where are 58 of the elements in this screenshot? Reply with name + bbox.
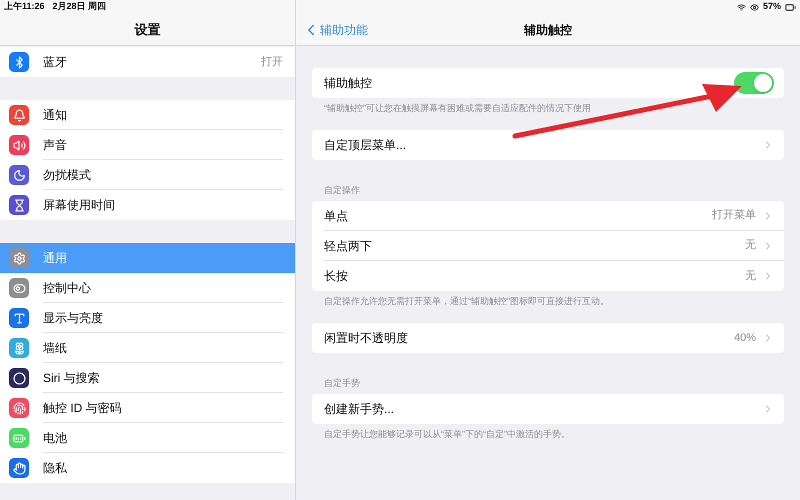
sidebar-item[interactable]: 蓝牙 打开 — [0, 47, 295, 77]
row-label: 创建新手势... — [324, 401, 396, 418]
section-footer: 自定手势让您能够记录可以从“菜单”下的“自定”中激活的手势。 — [324, 428, 570, 442]
sidebar-item[interactable]: 屏幕使用时间 — [0, 190, 295, 220]
page-title: 辅助触控 — [524, 22, 572, 38]
sidebar-item[interactable]: 显示与亮度 — [0, 303, 295, 333]
section-header: 自定手势 — [324, 376, 360, 390]
row-value: 40% — [734, 330, 756, 346]
section-footer: 自定操作允许您无需打开菜单，通过“辅助触控”图标即可直接进行互动。 — [324, 295, 609, 309]
sidebar-item[interactable]: 勿扰模式 — [0, 160, 295, 190]
item-value: 打开 — [261, 54, 283, 70]
sidebar-item[interactable]: 通知 — [0, 100, 295, 130]
sidebar-item[interactable]: 触控 ID 与密码 — [0, 393, 295, 423]
row-label: 辅助触控 — [324, 75, 373, 92]
battery-percent: 57% — [762, 0, 781, 14]
item-label: 电池 — [43, 430, 68, 446]
sidebar-item[interactable]: 电池 — [0, 423, 295, 453]
item-label: 控制中心 — [43, 280, 92, 296]
item-label: 声音 — [43, 136, 68, 154]
status-time: 上午11:26 — [4, 0, 45, 14]
row-label: 自定顶层菜单... — [324, 137, 408, 154]
settings-row[interactable]: 闲置时不透明度 40% — [312, 323, 784, 353]
sidebar-item[interactable]: 墙纸 — [0, 333, 295, 363]
item-label: 隐私 — [43, 460, 68, 477]
item-label: Siri 与搜索 — [43, 370, 101, 386]
settings-row[interactable]: 自定顶层菜单... — [312, 130, 784, 160]
sidebar-item[interactable]: Siri 与搜索 — [0, 363, 295, 393]
row-value: 无 — [745, 268, 756, 284]
sidebar-item[interactable]: 隐私 — [0, 453, 295, 483]
row-label: 长按 — [324, 268, 349, 285]
row-value: 无 — [745, 238, 756, 254]
settings-row[interactable]: 轻点两下 无 — [312, 231, 784, 261]
item-label: 通用 — [43, 250, 68, 267]
settings-row[interactable]: 创建新手势... — [312, 394, 784, 424]
item-label: 显示与亮度 — [43, 310, 104, 326]
sidebar-item[interactable]: 控制中心 — [0, 273, 295, 303]
battery-icon — [785, 2, 796, 12]
item-label: 勿扰模式 — [43, 166, 92, 184]
row-label: 轻点两下 — [324, 238, 373, 254]
item-label: 屏幕使用时间 — [43, 197, 116, 214]
eye-icon — [750, 2, 759, 12]
row-label: 闲置时不透明度 — [324, 330, 409, 347]
status-date: 2月28日 周四 — [52, 0, 106, 14]
sidebar-title: 设置 — [134, 20, 160, 39]
sidebar-item[interactable]: 声音 — [0, 130, 295, 160]
item-label: 墙纸 — [43, 340, 68, 356]
item-label: 通知 — [43, 106, 68, 124]
row-value: 打开菜单 — [712, 208, 756, 224]
section-footer: “辅助触控”可让您在触摸屏幕有困难或需要自适应配件的情况下使用 — [324, 102, 591, 116]
item-label: 蓝牙 — [43, 54, 68, 71]
wifi-icon — [736, 2, 746, 12]
settings-row[interactable]: 单点 打开菜单 — [312, 201, 784, 231]
row-label: 单点 — [324, 208, 349, 224]
settings-row[interactable]: 长按 无 — [312, 261, 784, 291]
settings-row[interactable]: 辅助触控 — [312, 68, 784, 98]
toggle-switch[interactable] — [734, 72, 774, 94]
section-header: 自定操作 — [324, 184, 360, 196]
item-label: 触控 ID 与密码 — [43, 400, 123, 416]
